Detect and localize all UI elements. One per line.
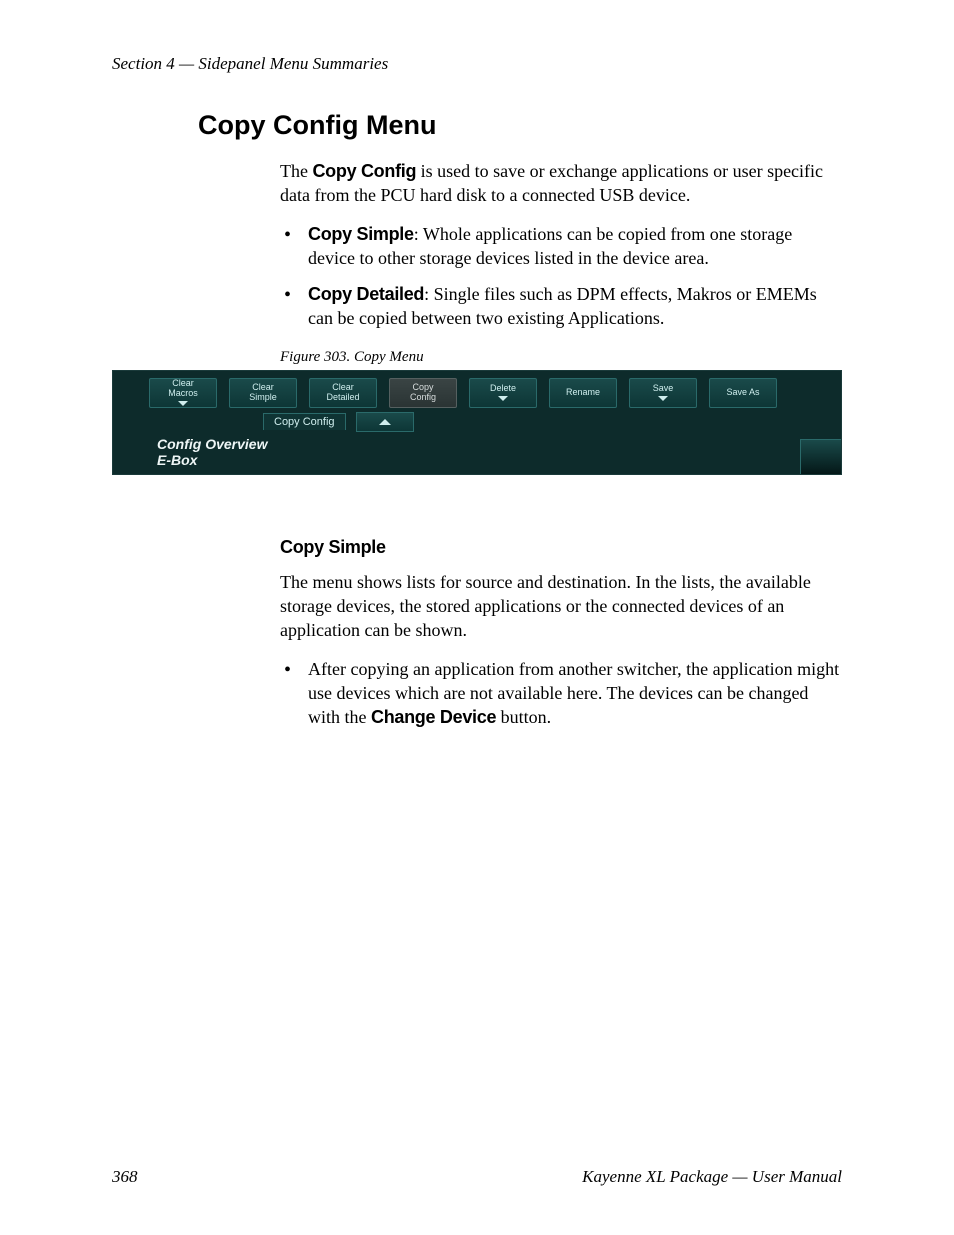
- chevron-down-icon: [658, 396, 668, 401]
- tab-copy-config[interactable]: Copy Config: [263, 413, 346, 430]
- config-overview-label: Config Overview: [157, 436, 841, 452]
- term-change-device: Change Device: [371, 707, 496, 727]
- menu-button-clear-simple[interactable]: ClearSimple: [229, 378, 297, 408]
- menu-button-save-as[interactable]: Save As: [709, 378, 777, 408]
- list-item: After copying an application from anothe…: [280, 657, 842, 730]
- menu-button-clear-macros[interactable]: ClearMacros: [149, 378, 217, 408]
- menu-button-clear-detailed[interactable]: ClearDetailed: [309, 378, 377, 408]
- figure-copy-menu: ClearMacros ClearSimple ClearDetailed CopyC…: [112, 370, 842, 475]
- figure-caption: Figure 303. Copy Menu: [280, 349, 842, 366]
- running-header: Section 4 — Sidepanel Menu Summaries: [112, 54, 842, 74]
- term-copy-config: Copy Config: [312, 161, 416, 181]
- panel-edge: [800, 439, 841, 474]
- feature-list: Copy Simple: Whole applications can be c…: [280, 222, 842, 331]
- page-title: Copy Config Menu: [198, 110, 842, 141]
- collapse-button[interactable]: [356, 412, 414, 432]
- chevron-down-icon: [178, 401, 188, 406]
- menu-button-rename[interactable]: Rename: [549, 378, 617, 408]
- page-number: 368: [112, 1167, 138, 1187]
- ebox-label: E-Box: [157, 452, 841, 468]
- menu-button-save[interactable]: Save: [629, 378, 697, 408]
- menu-button-delete[interactable]: Delete: [469, 378, 537, 408]
- subsection-heading: Copy Simple: [280, 537, 842, 558]
- subsection-paragraph: The menu shows lists for source and dest…: [280, 570, 842, 643]
- menu-button-copy-config[interactable]: CopyConfig: [389, 378, 457, 408]
- footer-title: Kayenne XL Package — User Manual: [582, 1167, 842, 1187]
- chevron-down-icon: [498, 396, 508, 401]
- list-item: Copy Simple: Whole applications can be c…: [280, 222, 842, 271]
- chevron-up-icon: [379, 419, 391, 425]
- list-item: Copy Detailed: Single files such as DPM …: [280, 282, 842, 331]
- intro-paragraph: The Copy Config is used to save or excha…: [280, 159, 842, 208]
